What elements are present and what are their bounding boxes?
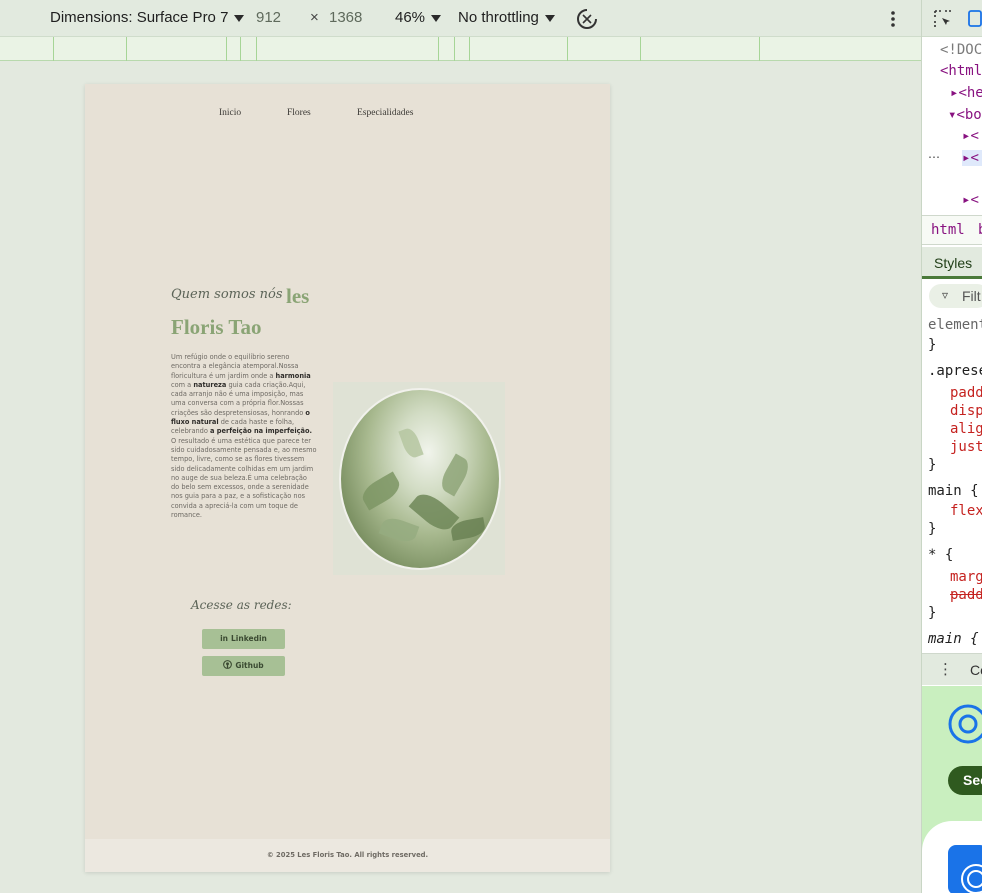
console-drawer-header: ⋮ Co xyxy=(922,653,982,685)
github-icon xyxy=(223,660,233,669)
breadcrumb-html[interactable]: html xyxy=(931,222,965,238)
devtools-toolbar xyxy=(922,0,982,37)
linkedin-icon: in xyxy=(220,634,229,643)
device-toggle-icon[interactable] xyxy=(967,9,982,29)
networks-title: Acesse as redes: xyxy=(191,598,292,612)
tab-styles[interactable]: Styles xyxy=(922,247,982,279)
drawer-menu-icon[interactable]: ⋮ xyxy=(938,660,953,678)
about-title-brand: Floris Tao xyxy=(171,315,262,339)
about-text: guia cada criação. xyxy=(226,380,289,389)
times-sign: × xyxy=(310,9,319,26)
body-node[interactable]: ▾<bo xyxy=(948,107,982,123)
linkedin-label: Linkedin xyxy=(231,634,267,643)
style-prop[interactable]: padd xyxy=(950,385,982,401)
site-footer: © 2025 Les Floris Tao. All rights reserv… xyxy=(85,839,610,872)
github-label: Github xyxy=(235,661,264,670)
style-rule-selector[interactable]: main { xyxy=(928,631,979,647)
more-icon[interactable]: ⋯ xyxy=(928,150,940,164)
devtools-panel: <!DOCT <html ▸<he ▾<bo ▸< ▸< ⋯ ▸< html b… xyxy=(921,0,982,893)
height-input[interactable]: 1368 xyxy=(325,6,380,30)
about-text: Um refúgio onde o equilíbrio sereno enco… xyxy=(171,353,290,371)
about-emphasis: harmonia xyxy=(275,371,311,380)
about-text: com a xyxy=(171,380,194,389)
breadcrumb-body[interactable]: b xyxy=(978,222,982,238)
feature-illustration-icon xyxy=(948,845,982,893)
styles-filter-input[interactable]: ▿ Filt xyxy=(929,284,982,308)
device-viewport: Inicio Flores Especialidades Quem somos … xyxy=(85,84,610,872)
whats-new-lower xyxy=(922,821,982,893)
zoom-select[interactable]: 46% xyxy=(395,9,442,26)
style-prop[interactable]: disp xyxy=(950,403,982,419)
about-text: O resultado é uma estética que parece te… xyxy=(171,436,317,520)
rotate-icon[interactable] xyxy=(575,7,599,31)
whats-new-panel: See xyxy=(922,686,982,821)
about-emphasis: a perfeição na imperfeição. xyxy=(210,427,312,436)
more-options-icon[interactable] xyxy=(886,10,900,28)
doctype-node[interactable]: <!DOCT xyxy=(940,42,982,58)
head-node[interactable]: ▸<he xyxy=(950,85,982,101)
style-prop-overridden[interactable]: padd xyxy=(950,587,982,603)
body-child-node[interactable]: ▸< xyxy=(962,192,979,208)
about-title-script: Quem somos nós xyxy=(171,287,283,302)
breadcrumb: html b xyxy=(922,215,982,245)
chrome-icon xyxy=(948,704,982,744)
body-child-node[interactable]: ▸< xyxy=(962,128,979,144)
chevron-down-icon xyxy=(234,14,245,22)
style-prop[interactable]: alig xyxy=(950,421,982,437)
html-node[interactable]: <html xyxy=(940,63,982,79)
about-title-les: les xyxy=(286,284,310,308)
selected-node[interactable]: ▸< xyxy=(962,150,982,166)
chevron-down-icon xyxy=(431,14,442,22)
inspect-element-icon[interactable] xyxy=(933,9,953,29)
about-paragraph: Um refúgio onde o equilíbrio sereno enco… xyxy=(171,353,317,520)
see-whats-new-button[interactable]: See xyxy=(948,766,982,795)
style-prop[interactable]: just xyxy=(950,439,982,455)
device-dimensions-label: Dimensions: Surface Pro 7 xyxy=(50,9,229,26)
github-button[interactable]: Github xyxy=(202,656,285,676)
site-nav: Inicio Flores Especialidades xyxy=(85,108,610,124)
feature-card xyxy=(922,821,982,893)
style-rule-element[interactable]: element xyxy=(928,317,982,333)
style-brace: } xyxy=(928,521,937,537)
style-prop[interactable]: marg xyxy=(950,569,982,585)
filter-icon: ▿ xyxy=(942,288,949,302)
drawer-tab-label[interactable]: Co xyxy=(970,662,982,678)
style-brace: } xyxy=(928,605,937,621)
width-input[interactable]: 912 xyxy=(252,6,304,30)
nav-link-especialidades[interactable]: Especialidades xyxy=(357,108,413,118)
style-brace: } xyxy=(928,457,937,473)
nav-link-flores[interactable]: Flores xyxy=(287,108,311,118)
flower-photo-frame xyxy=(333,382,505,575)
style-rule-selector[interactable]: * { xyxy=(928,547,953,563)
media-query-ruler[interactable] xyxy=(0,37,921,61)
throttling-label: No throttling xyxy=(458,9,539,26)
style-brace: } xyxy=(928,337,937,353)
device-dimensions-select[interactable]: Dimensions: Surface Pro 7 xyxy=(50,9,245,26)
about-emphasis: natureza xyxy=(193,380,227,389)
chevron-down-icon xyxy=(544,14,555,22)
device-toolbar: Dimensions: Surface Pro 7 912 × 1368 46%… xyxy=(0,0,921,37)
flower-photo xyxy=(339,388,501,570)
linkedin-button[interactable]: in Linkedin xyxy=(202,629,285,649)
zoom-label: 46% xyxy=(395,9,426,26)
nav-link-inicio[interactable]: Inicio xyxy=(219,108,241,118)
style-prop[interactable]: flex xyxy=(950,503,982,519)
style-rule-selector[interactable]: .aprese xyxy=(928,363,982,379)
style-rule-selector[interactable]: main { xyxy=(928,483,979,499)
throttling-select[interactable]: No throttling xyxy=(458,9,555,26)
